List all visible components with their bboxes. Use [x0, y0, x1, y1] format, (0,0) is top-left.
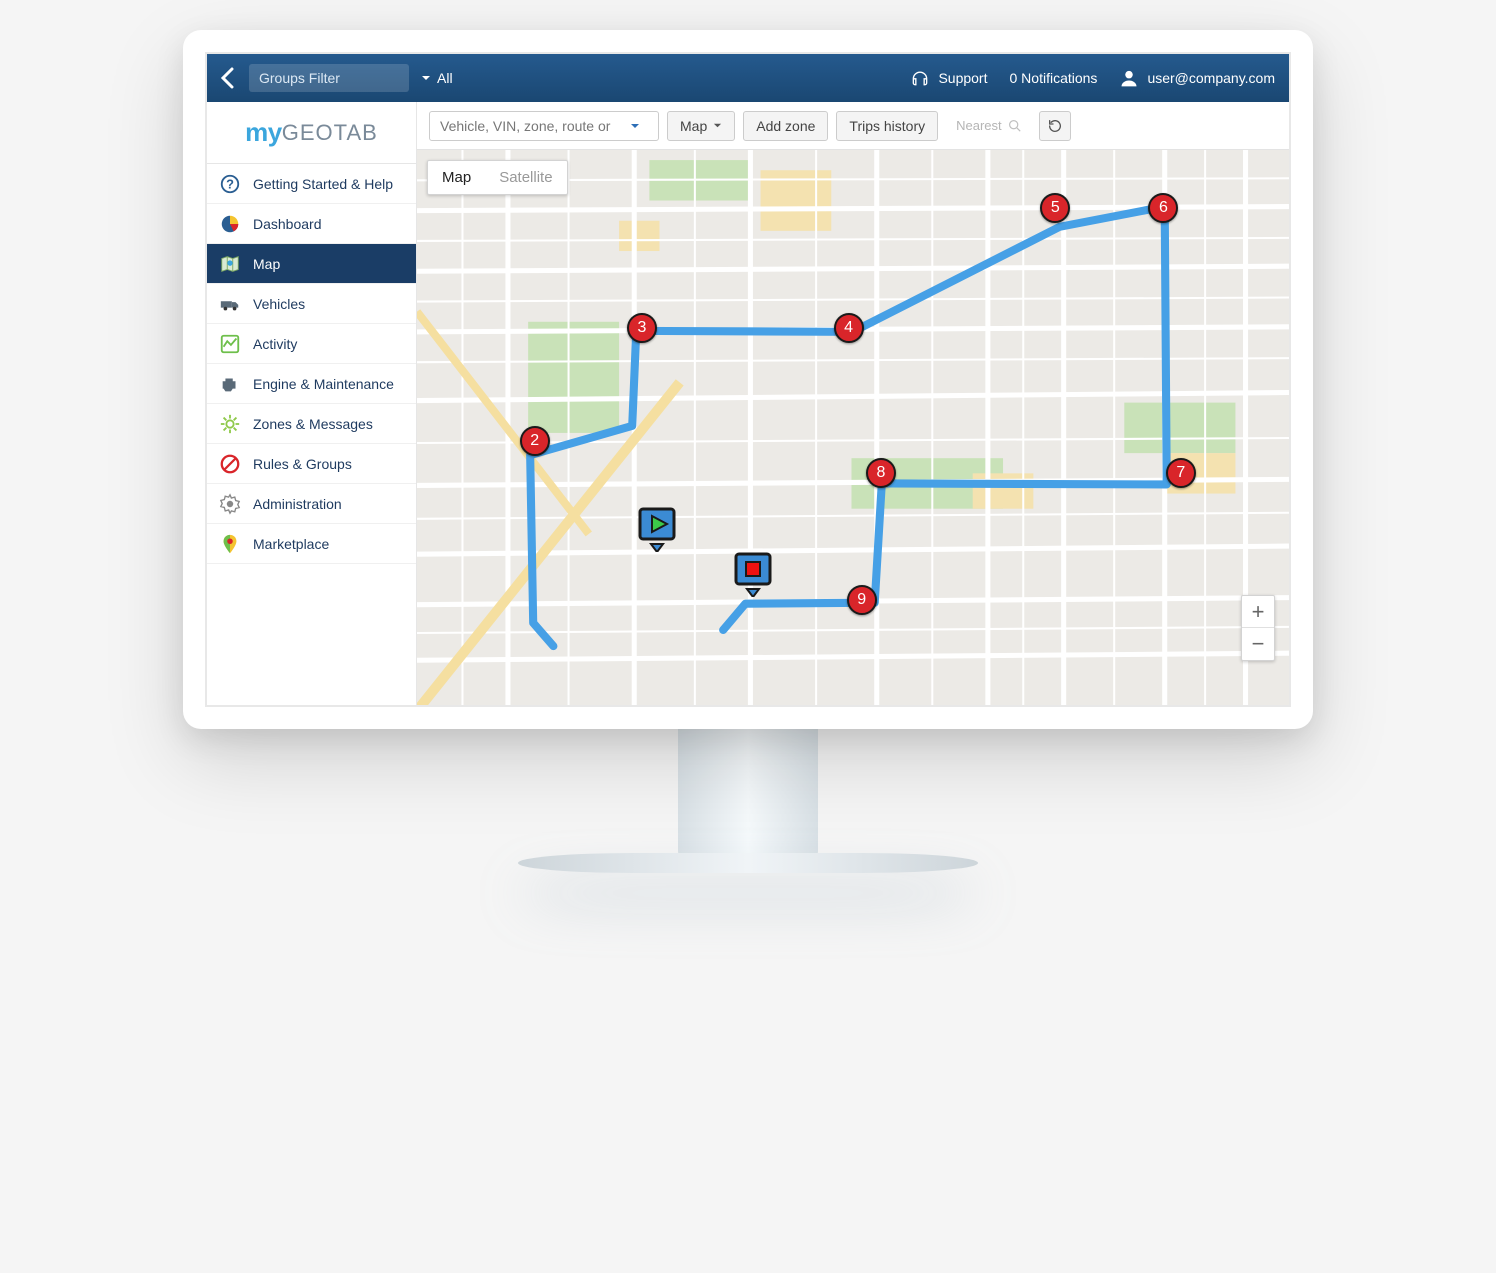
waypoint-8[interactable]: 8: [866, 458, 896, 488]
cog-icon: [219, 493, 241, 515]
caret-down-icon: [630, 121, 640, 131]
back-button[interactable]: [213, 54, 241, 102]
reload-icon: [1047, 118, 1063, 134]
sidebar-item-vehicles[interactable]: Vehicles: [207, 284, 416, 324]
search-input[interactable]: [440, 118, 630, 134]
activity-icon: [219, 333, 241, 355]
sidebar-item-admin[interactable]: Administration: [207, 484, 416, 524]
chevron-left-icon: [220, 67, 234, 89]
waypoint-7[interactable]: 7: [1166, 458, 1196, 488]
support-label: Support: [938, 70, 987, 86]
sidebar-item-zones[interactable]: Zones & Messages: [207, 404, 416, 444]
route-stop-pin[interactable]: [733, 551, 773, 597]
all-dropdown[interactable]: All: [421, 70, 453, 86]
caret-down-icon: [421, 73, 431, 83]
notifications-label: 0 Notifications: [1010, 70, 1098, 86]
caret-down-icon: [713, 121, 722, 130]
zoom-in-button[interactable]: +: [1242, 596, 1274, 628]
svg-text:?: ?: [226, 176, 234, 191]
app-window: All Support 0 Notifications user@company…: [205, 52, 1291, 707]
sidebar-item-label: Getting Started & Help: [253, 176, 393, 192]
headset-icon: [910, 68, 930, 88]
sidebar-item-map[interactable]: Map: [207, 244, 416, 284]
sidebar: myGEOTAB ? Getting Started & Help Dashbo…: [207, 102, 417, 705]
screen-bezel: All Support 0 Notifications user@company…: [183, 30, 1313, 729]
route-start-pin[interactable]: [637, 506, 677, 552]
sidebar-item-engine[interactable]: Engine & Maintenance: [207, 364, 416, 404]
sidebar-item-label: Marketplace: [253, 536, 329, 552]
trips-history-label: Trips history: [849, 118, 925, 134]
engine-icon: [219, 373, 241, 395]
search-box[interactable]: [429, 111, 659, 141]
sidebar-item-help[interactable]: ? Getting Started & Help: [207, 164, 416, 204]
waypoint-3[interactable]: 3: [627, 313, 657, 343]
sidebar-item-rules[interactable]: Rules & Groups: [207, 444, 416, 484]
sidebar-item-marketplace[interactable]: Marketplace: [207, 524, 416, 564]
add-zone-label: Add zone: [756, 118, 815, 134]
groups-filter-input[interactable]: [249, 64, 409, 92]
waypoint-2[interactable]: 2: [520, 426, 550, 456]
waypoint-9[interactable]: 9: [847, 585, 877, 615]
sidebar-item-label: Activity: [253, 336, 297, 352]
sidebar-item-label: Vehicles: [253, 296, 305, 312]
body: myGEOTAB ? Getting Started & Help Dashbo…: [207, 102, 1289, 705]
reload-button[interactable]: [1039, 111, 1071, 141]
logo-part-geotab: GEOTAB: [282, 120, 378, 146]
monitor-frame: All Support 0 Notifications user@company…: [183, 30, 1313, 873]
user-menu[interactable]: user@company.com: [1119, 68, 1275, 88]
topbar: All Support 0 Notifications user@company…: [207, 54, 1289, 102]
sidebar-item-label: Dashboard: [253, 216, 322, 232]
truck-icon: [219, 293, 241, 315]
sidebar-item-activity[interactable]: Activity: [207, 324, 416, 364]
monitor-stand-neck: [678, 729, 818, 859]
marketplace-icon: [219, 533, 241, 555]
map-icon: [219, 253, 241, 275]
logo: myGEOTAB: [207, 102, 416, 164]
nearest-label: Nearest: [956, 118, 1002, 133]
zoom-out-button[interactable]: −: [1242, 628, 1274, 660]
sidebar-item-label: Rules & Groups: [253, 456, 352, 472]
support-link[interactable]: Support: [910, 68, 987, 88]
waypoint-5[interactable]: 5: [1040, 193, 1070, 223]
sidebar-item-label: Map: [253, 256, 280, 272]
sidebar-item-label: Administration: [253, 496, 342, 512]
sidebar-item-label: Engine & Maintenance: [253, 376, 394, 392]
search-icon: [1008, 119, 1021, 132]
logo-part-my: my: [245, 117, 282, 148]
notifications-link[interactable]: 0 Notifications: [1010, 70, 1098, 86]
zoom-controls: + −: [1241, 595, 1275, 661]
toolbar: Map Add zone Trips history Nearest: [417, 102, 1289, 150]
map-background: [417, 150, 1289, 705]
add-zone-button[interactable]: Add zone: [743, 111, 828, 141]
map-canvas[interactable]: Map Satellite 2 3 4 5 6 7 8 9: [417, 150, 1289, 705]
map-type-satellite-tab[interactable]: Satellite: [485, 161, 566, 194]
gear-icon: [219, 413, 241, 435]
sidebar-item-label: Zones & Messages: [253, 416, 373, 432]
help-icon: ?: [219, 173, 241, 195]
waypoint-6[interactable]: 6: [1148, 193, 1178, 223]
trips-history-button[interactable]: Trips history: [836, 111, 938, 141]
all-dropdown-label: All: [437, 70, 453, 86]
user-label: user@company.com: [1147, 70, 1275, 86]
nearest-search[interactable]: Nearest: [946, 111, 1031, 141]
map-type-switch: Map Satellite: [427, 160, 568, 195]
map-type-map-tab[interactable]: Map: [428, 161, 485, 194]
sidebar-item-dashboard[interactable]: Dashboard: [207, 204, 416, 244]
monitor-stand-base: [518, 853, 978, 873]
pie-chart-icon: [219, 213, 241, 235]
waypoint-4[interactable]: 4: [834, 313, 864, 343]
prohibit-icon: [219, 453, 241, 475]
main: Map Add zone Trips history Nearest: [417, 102, 1289, 705]
map-dropdown-label: Map: [680, 118, 707, 134]
stop-icon: [746, 562, 760, 576]
user-icon: [1119, 68, 1139, 88]
map-dropdown-button[interactable]: Map: [667, 111, 735, 141]
